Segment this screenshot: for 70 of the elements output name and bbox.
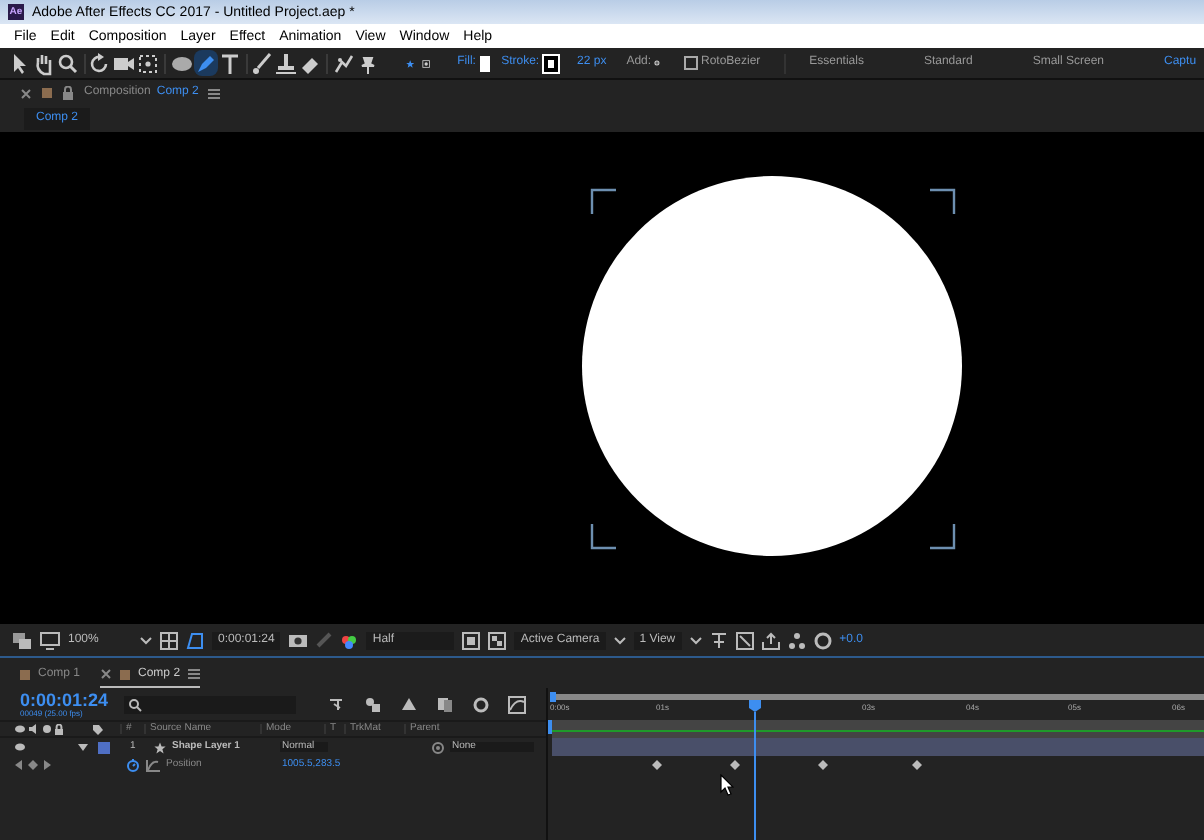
label-swatch[interactable] (98, 741, 110, 753)
exposure-icon[interactable] (813, 631, 832, 649)
work-area-start-handle[interactable] (550, 692, 556, 702)
mask-visibility-icon[interactable] (186, 631, 204, 649)
audio-switch-icon[interactable] (28, 724, 40, 734)
color-channels-icon[interactable] (340, 631, 359, 649)
keyframe-icon[interactable] (729, 760, 739, 770)
expand-triangle-icon[interactable] (78, 742, 88, 752)
shy-icon[interactable] (400, 695, 418, 713)
always-preview-icon[interactable] (12, 631, 32, 649)
rotate-icon[interactable] (88, 51, 113, 75)
graph-editor-icon[interactable] (508, 695, 526, 713)
stopwatch-icon[interactable] (126, 758, 140, 772)
panel-menu-icon[interactable] (188, 668, 201, 680)
current-time-display[interactable]: 0:00:01:24 (20, 691, 109, 709)
text-tool-icon[interactable] (217, 51, 242, 75)
spiral-icon[interactable] (432, 741, 444, 753)
caret-icon[interactable] (140, 635, 152, 645)
monitor-icon[interactable] (40, 631, 60, 649)
flowchart-icon[interactable] (709, 631, 728, 649)
lock-icon[interactable] (62, 86, 74, 100)
fill-swatch[interactable] (479, 55, 490, 71)
motion-blur-icon[interactable] (472, 695, 490, 713)
zoom-icon[interactable] (56, 51, 80, 75)
fast-preview-icon[interactable] (735, 631, 754, 649)
draft-3d-icon[interactable] (364, 695, 382, 713)
eye-icon[interactable] (14, 742, 26, 752)
add-menu-icon[interactable] (653, 56, 659, 70)
star-icon (154, 741, 166, 753)
camera-icon[interactable] (288, 632, 309, 648)
flow-nodes-icon[interactable] (787, 631, 806, 649)
ellipse-icon[interactable] (169, 51, 194, 75)
video-switch-icon[interactable] (14, 724, 26, 734)
search-field[interactable] (124, 695, 296, 713)
keyframe-icon[interactable] (911, 760, 921, 770)
arrow-pointer-icon[interactable] (8, 51, 32, 75)
hand-icon[interactable] (32, 51, 56, 75)
brush-icon[interactable] (250, 51, 275, 75)
grid-icon[interactable] (160, 631, 178, 649)
keyframe-toggle-icon[interactable] (28, 760, 38, 770)
region-icon[interactable] (462, 631, 481, 649)
caret-icon[interactable] (689, 635, 702, 645)
label-color-icon (42, 88, 52, 98)
search-icon (128, 697, 143, 711)
timeline-icon[interactable] (761, 631, 780, 649)
lock-switch-icon[interactable] (54, 723, 64, 735)
close-icon[interactable] (20, 87, 32, 99)
keyframe-icon[interactable] (651, 760, 661, 770)
caret-icon[interactable] (613, 635, 626, 645)
panel-menu-icon[interactable] (208, 87, 221, 99)
label-color-icon (20, 670, 30, 680)
mouse-pointer-icon (720, 774, 734, 796)
comp-mini-flowchart-icon[interactable] (328, 695, 346, 713)
in-point-handle[interactable] (548, 720, 552, 734)
roto-brush-icon[interactable] (331, 51, 356, 75)
transparency-grid-icon[interactable] (488, 631, 507, 649)
label-color-icon (120, 669, 131, 679)
label-tag-icon[interactable] (92, 723, 104, 735)
rotobezier-checkbox[interactable] (683, 56, 697, 70)
solo-switch-icon[interactable] (42, 724, 52, 734)
playhead-drawing[interactable] (748, 700, 762, 840)
previous-keyframe-icon[interactable] (14, 760, 22, 770)
next-keyframe-icon[interactable] (44, 760, 52, 770)
stamp-icon[interactable] (274, 51, 299, 75)
dotted-square-icon[interactable] (136, 51, 161, 75)
keyframe-icon[interactable] (817, 760, 827, 770)
stroke-swatch[interactable] (543, 55, 558, 71)
frame-blending-icon[interactable] (436, 695, 454, 713)
close-icon[interactable] (100, 668, 113, 680)
graph-icon[interactable] (146, 759, 160, 771)
